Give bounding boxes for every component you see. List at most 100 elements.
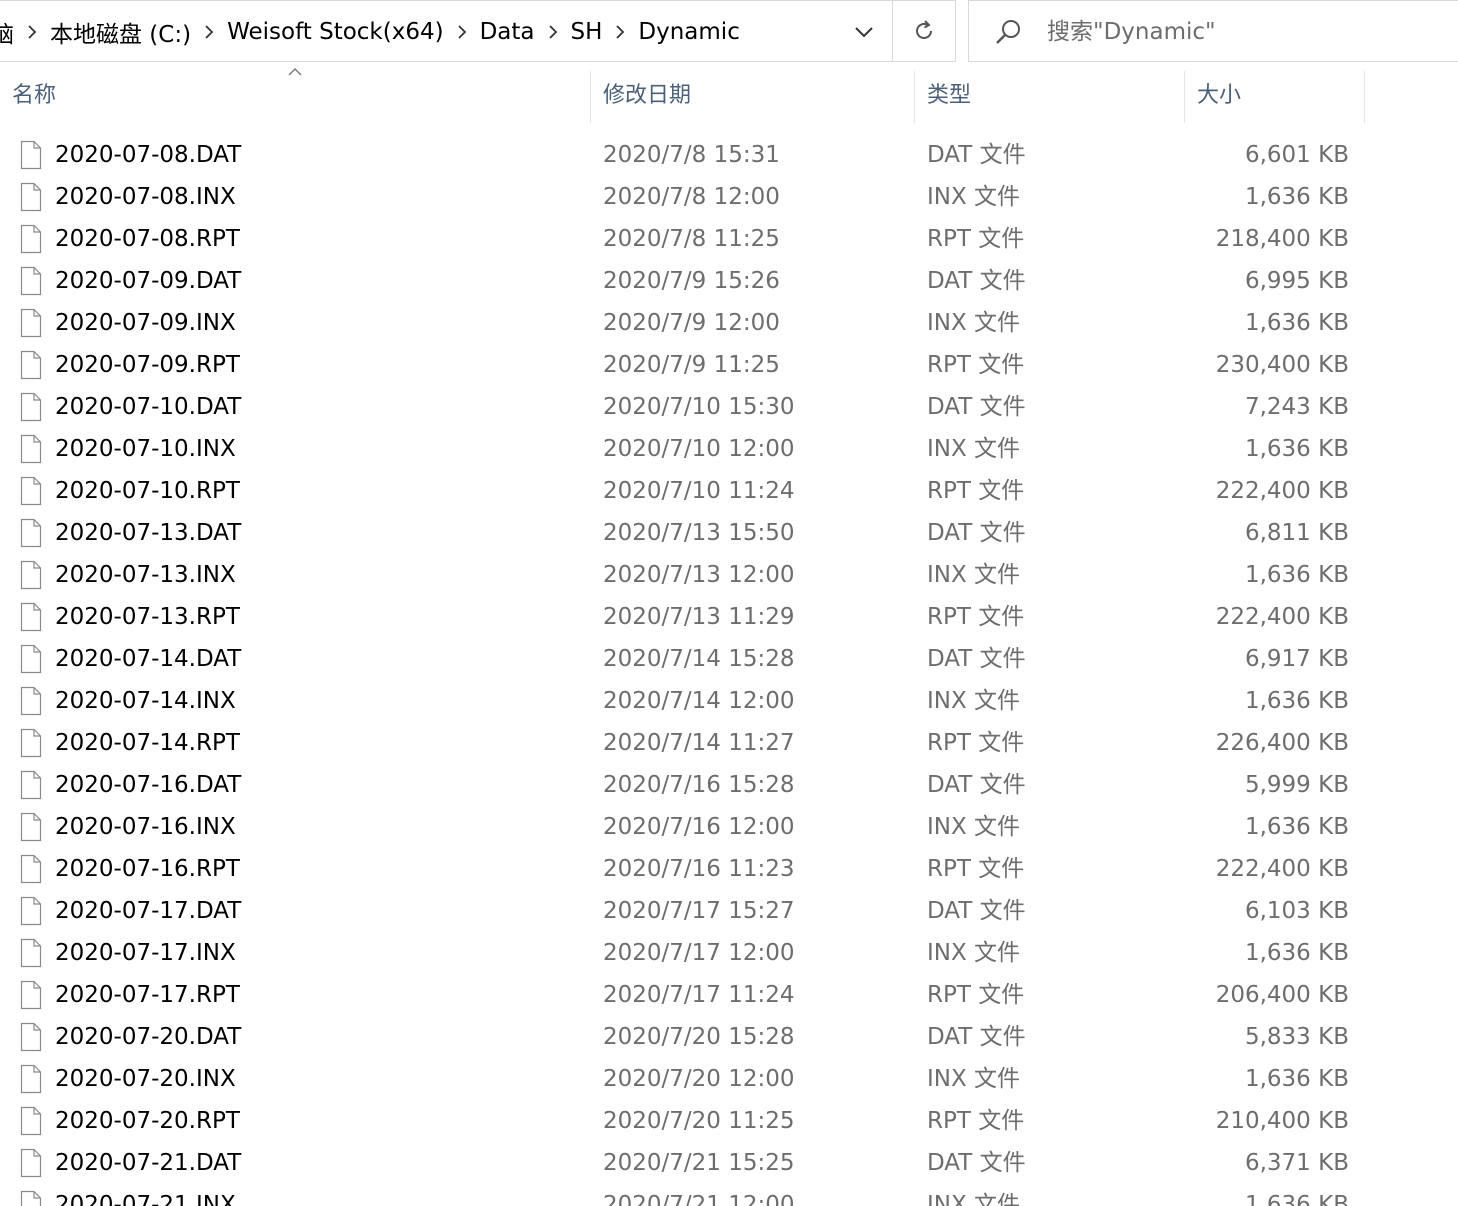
file-modified-date: 2020/7/10 11:24	[603, 478, 795, 504]
file-row[interactable]: 2020-07-09.RPT 2020/7/9 11:25 RPT 文件 230,40…	[0, 344, 1458, 386]
column-divider[interactable]	[1364, 71, 1365, 123]
refresh-button[interactable]	[893, 0, 956, 62]
file-row[interactable]: 2020-07-20.INX 2020/7/20 12:00 INX 文件 1,636…	[0, 1058, 1458, 1100]
file-row[interactable]: 2020-07-10.DAT 2020/7/10 15:30 DAT 文件 7,243…	[0, 386, 1458, 428]
chevron-right-icon[interactable]	[18, 1, 46, 63]
file-modified-date: 2020/7/10 15:30	[603, 394, 795, 420]
file-icon	[20, 938, 42, 968]
toolbar: 脑 本地磁盘 (C:) Weisoft Stock(x64) Data SH D…	[0, 0, 1458, 63]
file-row[interactable]: 2020-07-13.INX 2020/7/13 12:00 INX 文件 1,636…	[0, 554, 1458, 596]
file-row[interactable]: 2020-07-21.DAT 2020/7/21 15:25 DAT 文件 6,371…	[0, 1142, 1458, 1184]
file-row[interactable]: 2020-07-21.INX 2020/7/21 12:00 INX 文件 1,636…	[0, 1184, 1458, 1206]
file-icon	[20, 812, 42, 842]
file-modified-date: 2020/7/14 15:28	[603, 646, 795, 672]
file-icon	[20, 140, 42, 170]
file-icon	[20, 1022, 42, 1052]
file-row[interactable]: 2020-07-20.DAT 2020/7/20 15:28 DAT 文件 5,833…	[0, 1016, 1458, 1058]
column-header-date[interactable]: 修改日期	[591, 63, 914, 123]
breadcrumb-item-data[interactable]: Data	[476, 19, 539, 45]
breadcrumb-item-local-disk[interactable]: 本地磁盘 (C:)	[46, 15, 195, 49]
file-row[interactable]: 2020-07-14.RPT 2020/7/14 11:27 RPT 文件 226,4…	[0, 722, 1458, 764]
file-row[interactable]: 2020-07-17.INX 2020/7/17 12:00 INX 文件 1,636…	[0, 932, 1458, 974]
file-size: 230,400 KB	[1215, 352, 1349, 378]
file-row[interactable]: 2020-07-10.RPT 2020/7/10 11:24 RPT 文件 222,4…	[0, 470, 1458, 512]
file-icon	[20, 560, 42, 590]
file-row[interactable]: 2020-07-16.INX 2020/7/16 12:00 INX 文件 1,636…	[0, 806, 1458, 848]
column-header-row: 名称 修改日期 类型 大小	[0, 63, 1458, 123]
file-size: 1,636 KB	[1244, 940, 1349, 966]
search-input[interactable]	[1047, 11, 1447, 53]
column-header-type[interactable]: 类型	[915, 63, 1184, 123]
file-icon	[20, 308, 42, 338]
file-modified-date: 2020/7/17 15:27	[603, 898, 795, 924]
file-size: 1,636 KB	[1244, 1192, 1349, 1206]
file-type: RPT 文件	[927, 1108, 1025, 1134]
search-box[interactable]	[968, 0, 1458, 62]
file-modified-date: 2020/7/8 15:31	[603, 142, 780, 168]
file-row[interactable]: 2020-07-20.RPT 2020/7/20 11:25 RPT 文件 210,4…	[0, 1100, 1458, 1142]
file-modified-date: 2020/7/10 12:00	[603, 436, 795, 462]
file-size: 6,103 KB	[1244, 898, 1349, 924]
breadcrumb-item-dynamic[interactable]: Dynamic	[634, 19, 743, 45]
breadcrumb-item-weisoft[interactable]: Weisoft Stock(x64)	[223, 19, 448, 45]
file-type: INX 文件	[927, 436, 1021, 462]
file-name: 2020-07-20.RPT	[55, 1108, 240, 1134]
file-icon	[20, 476, 42, 506]
file-row[interactable]: 2020-07-08.RPT 2020/7/8 11:25 RPT 文件 218,40…	[0, 218, 1458, 260]
file-name: 2020-07-14.INX	[55, 688, 236, 714]
file-name: 2020-07-17.INX	[55, 940, 236, 966]
file-row[interactable]: 2020-07-17.RPT 2020/7/17 11:24 RPT 文件 206,4…	[0, 974, 1458, 1016]
file-modified-date: 2020/7/21 12:00	[603, 1192, 795, 1206]
file-name: 2020-07-08.DAT	[55, 142, 242, 168]
file-row[interactable]: 2020-07-09.INX 2020/7/9 12:00 INX 文件 1,636 …	[0, 302, 1458, 344]
file-row[interactable]: 2020-07-14.DAT 2020/7/14 15:28 DAT 文件 6,917…	[0, 638, 1458, 680]
file-row[interactable]: 2020-07-13.DAT 2020/7/13 15:50 DAT 文件 6,811…	[0, 512, 1458, 554]
file-name: 2020-07-16.INX	[55, 814, 236, 840]
file-icon	[20, 350, 42, 380]
file-icon	[20, 1106, 42, 1136]
file-row[interactable]: 2020-07-16.RPT 2020/7/16 11:23 RPT 文件 222,4…	[0, 848, 1458, 890]
file-size: 5,999 KB	[1244, 772, 1349, 798]
file-row[interactable]: 2020-07-13.RPT 2020/7/13 11:29 RPT 文件 222,4…	[0, 596, 1458, 638]
chevron-right-icon[interactable]	[448, 1, 476, 63]
file-type: INX 文件	[927, 940, 1021, 966]
column-header-name[interactable]: 名称	[0, 63, 590, 123]
file-modified-date: 2020/7/9 15:26	[603, 268, 780, 294]
file-modified-date: 2020/7/16 15:28	[603, 772, 795, 798]
column-header-type-label: 类型	[927, 83, 972, 108]
file-icon	[20, 434, 42, 464]
file-size: 5,833 KB	[1244, 1024, 1349, 1050]
file-icon	[20, 1148, 42, 1178]
file-modified-date: 2020/7/16 11:23	[603, 856, 795, 882]
file-name: 2020-07-13.RPT	[55, 604, 240, 630]
file-name: 2020-07-13.INX	[55, 562, 236, 588]
file-name: 2020-07-14.DAT	[55, 646, 242, 672]
file-name: 2020-07-20.DAT	[55, 1024, 242, 1050]
file-row[interactable]: 2020-07-10.INX 2020/7/10 12:00 INX 文件 1,636…	[0, 428, 1458, 470]
file-row[interactable]: 2020-07-09.DAT 2020/7/9 15:26 DAT 文件 6,995 …	[0, 260, 1458, 302]
breadcrumb-item-sh[interactable]: SH	[567, 19, 607, 45]
file-row[interactable]: 2020-07-14.INX 2020/7/14 12:00 INX 文件 1,636…	[0, 680, 1458, 722]
file-size: 1,636 KB	[1244, 688, 1349, 714]
file-size: 206,400 KB	[1215, 982, 1349, 1008]
address-history-dropdown[interactable]	[837, 3, 891, 61]
column-header-size[interactable]: 大小	[1185, 63, 1364, 123]
refresh-icon	[916, 20, 932, 39]
file-size: 218,400 KB	[1215, 226, 1349, 252]
file-size: 6,917 KB	[1244, 646, 1349, 672]
file-row[interactable]: 2020-07-17.DAT 2020/7/17 15:27 DAT 文件 6,103…	[0, 890, 1458, 932]
file-row[interactable]: 2020-07-08.INX 2020/7/8 12:00 INX 文件 1,636 …	[0, 176, 1458, 218]
address-bar[interactable]: 脑 本地磁盘 (C:) Weisoft Stock(x64) Data SH D…	[0, 0, 893, 62]
breadcrumb-item-this-pc[interactable]: 脑	[0, 15, 18, 49]
chevron-right-icon[interactable]	[195, 1, 223, 63]
file-row[interactable]: 2020-07-08.DAT 2020/7/8 15:31 DAT 文件 6,601 …	[0, 134, 1458, 176]
file-modified-date: 2020/7/14 11:27	[603, 730, 795, 756]
file-size: 6,371 KB	[1244, 1150, 1349, 1176]
file-row[interactable]: 2020-07-16.DAT 2020/7/16 15:28 DAT 文件 5,999…	[0, 764, 1458, 806]
chevron-right-icon[interactable]	[606, 1, 634, 63]
file-name: 2020-07-17.DAT	[55, 898, 242, 924]
file-size: 222,400 KB	[1215, 856, 1349, 882]
file-size: 1,636 KB	[1244, 1066, 1349, 1092]
file-type: RPT 文件	[927, 226, 1025, 252]
chevron-right-icon[interactable]	[539, 1, 567, 63]
